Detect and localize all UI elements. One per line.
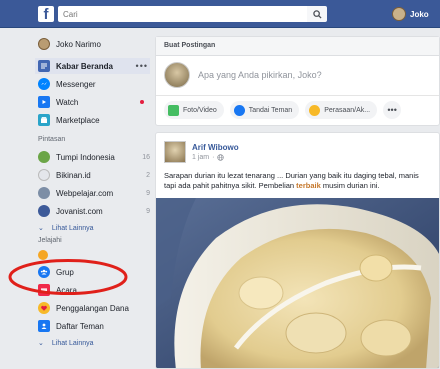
post-text-line: tapi ada pahit pahitnya sikit. Pembelian… (164, 181, 439, 191)
sidebar-item-label: Penggalangan Dana (56, 303, 129, 313)
notification-dot (140, 100, 144, 104)
shortcut-item[interactable]: Jovanist.com 9 (38, 203, 150, 219)
photo-icon (168, 104, 179, 116)
durian-photo (156, 198, 439, 368)
more-options-icon[interactable]: ••• (136, 61, 148, 71)
top-user-name: Joko (410, 9, 429, 19)
sidebar-item-label: Jovanist.com (56, 206, 103, 216)
news-feed-icon (38, 60, 50, 72)
post-text-segment: tapi ada pahit pahitnya sikit. Pembelian (164, 181, 297, 190)
post-highlight-link[interactable]: terbaik (296, 181, 321, 190)
search-field[interactable] (58, 6, 307, 22)
facebook-logo[interactable]: f (38, 6, 54, 22)
sidebar-item-fundraisers[interactable]: Penggalangan Dana (38, 300, 150, 316)
feeling-activity-button[interactable]: Perasaan/Ak... (305, 101, 378, 119)
post-text-line: Sarapan durian itu lezat tenarang ... Du… (164, 171, 419, 180)
group-avatar (38, 151, 50, 163)
sidebar-item-friend-lists[interactable]: Daftar Teman (38, 318, 150, 334)
search-button[interactable] (307, 6, 327, 22)
post-author-name[interactable]: Arif Wibowo (192, 143, 239, 152)
chevron-down-icon: ⌄ (38, 340, 44, 347)
sidebar-item-label: Messenger (56, 79, 96, 89)
avatar (164, 62, 190, 88)
shortcut-item[interactable]: Tumpi Indonesia 16 (38, 149, 150, 165)
shortcut-count: 16 (142, 153, 150, 161)
explore-heading: Jelajahi (38, 237, 62, 244)
top-navigation-bar: f Joko (0, 0, 440, 28)
separator-dot: · (212, 154, 215, 161)
shortcuts-see-more[interactable]: ⌄ Lihat Lainnya (38, 221, 150, 235)
sidebar-item-label: Tumpi Indonesia (56, 152, 115, 162)
sidebar-item-label: Watch (56, 97, 79, 107)
messenger-icon (38, 78, 50, 90)
shortcut-count: 9 (146, 189, 150, 197)
left-sidebar: Joko Narimo Kabar Beranda ••• Messenger … (35, 36, 150, 350)
feed-post: Arif Wibowo 1 jam · Sarapan durian itu l… (155, 132, 440, 369)
post-photo-durian[interactable] (156, 198, 439, 368)
action-label: Foto/Video (183, 106, 217, 114)
photo-video-button[interactable]: Foto/Video (164, 101, 224, 119)
explore-see-more[interactable]: ⌄ Lihat Lainnya (38, 336, 150, 350)
marketplace-icon (38, 114, 50, 126)
post-text-segment: musim durian ini. (320, 181, 380, 190)
see-more-label: Lihat Lainnya (51, 224, 94, 232)
shortcuts-heading: Pintasan (38, 136, 66, 143)
search-input[interactable] (58, 6, 307, 22)
post-meta: 1 jam · (192, 154, 225, 161)
watch-icon (38, 96, 50, 108)
tag-friends-icon (233, 104, 245, 116)
action-label: Tandai Teman (248, 106, 293, 114)
sidebar-item-label: Marketplace (56, 115, 100, 125)
avatar[interactable] (164, 141, 186, 163)
shortcut-item[interactable]: Bikinan.id 2 (38, 167, 150, 183)
tag-friends-button[interactable]: Tandai Teman (229, 101, 300, 119)
sidebar-item-label: Bikinan.id (56, 170, 91, 180)
avatar (392, 7, 406, 21)
see-more-label: Lihat Lainnya (51, 339, 94, 347)
top-profile-link[interactable]: Joko (392, 7, 429, 21)
friend-list-icon (38, 320, 50, 332)
action-label: Perasaan/Ak... (324, 106, 371, 114)
globe-icon (217, 154, 225, 161)
create-post-actions: Foto/Video Tandai Teman Perasaan/Ak... •… (156, 96, 439, 124)
feeling-icon (309, 104, 321, 116)
group-avatar (38, 169, 50, 181)
chevron-down-icon: ⌄ (38, 225, 44, 232)
sidebar-item-news-feed[interactable]: Kabar Beranda ••• (35, 58, 150, 74)
sidebar-item-profile[interactable]: Joko Narimo (38, 36, 150, 52)
sidebar-item-label: Daftar Teman (56, 321, 104, 331)
sidebar-item-label: Kabar Beranda (56, 61, 113, 71)
group-avatar (38, 205, 50, 217)
create-post-title: Buat Postingan (156, 37, 439, 56)
post-text: Sarapan durian itu lezat tenarang ... Du… (164, 171, 439, 191)
profile-avatar (38, 38, 50, 50)
sidebar-item-messenger[interactable]: Messenger (38, 76, 150, 92)
sidebar-item-marketplace[interactable]: Marketplace (38, 112, 150, 128)
shortcut-count: 2 (146, 171, 150, 179)
search-icon (312, 9, 322, 19)
create-post-placeholder[interactable]: Apa yang Anda pikirkan, Joko? (198, 70, 322, 80)
create-post-input-area[interactable]: Apa yang Anda pikirkan, Joko? (156, 56, 439, 96)
sidebar-item-watch[interactable]: Watch (38, 94, 150, 110)
shortcut-count: 9 (146, 207, 150, 215)
post-timestamp[interactable]: 1 jam (192, 154, 209, 161)
sidebar-item-label: Webpelajar.com (56, 188, 114, 198)
red-annotation-circle (8, 259, 128, 295)
sidebar-item-label: Joko Narimo (56, 39, 101, 49)
more-actions-button[interactable]: ••• (383, 101, 402, 119)
create-post-card: Buat Postingan Apa yang Anda pikirkan, J… (155, 36, 440, 126)
shortcut-item[interactable]: Webpelajar.com 9 (38, 185, 150, 201)
fundraiser-icon (38, 302, 50, 314)
group-avatar (38, 187, 50, 199)
